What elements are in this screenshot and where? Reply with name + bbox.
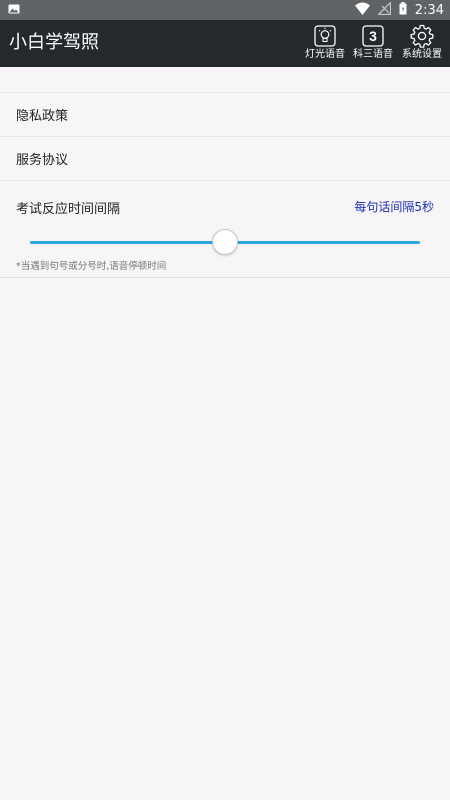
service-agreement-item[interactable]: 服务协议 [0, 137, 450, 181]
wifi-icon [354, 2, 370, 19]
subject-three-voice-label: 科三语音 [353, 49, 393, 60]
privacy-policy-item[interactable]: 隐私政策 [0, 93, 450, 137]
subject-three-voice-button[interactable]: 3 科三语音 [350, 24, 396, 64]
top-spacer [0, 67, 450, 93]
system-settings-label: 系统设置 [402, 49, 442, 60]
light-voice-label: 灯光语音 [305, 49, 345, 60]
reaction-interval-value: 每句话间隔5秒 [354, 200, 434, 214]
app-title: 小白学驾照 [9, 32, 99, 53]
gear-icon [410, 24, 434, 48]
number-3-icon-text: 3 [369, 28, 377, 44]
image-notification-icon [8, 3, 20, 19]
status-time: 2:34 [414, 2, 444, 18]
number-3-icon: 3 [362, 24, 384, 48]
settings-content: 隐私政策 服务协议 考试反应时间间隔 每句话间隔5秒 *当遇到句号或分号时,语音… [0, 67, 450, 278]
light-voice-button[interactable]: 灯光语音 [302, 24, 348, 64]
privacy-policy-label: 隐私政策 [16, 109, 69, 124]
interval-slider[interactable] [30, 229, 420, 255]
app-bar: 小白学驾照 灯光语音 3 科三语音 系统设置 [0, 20, 450, 67]
pause-note: *当遇到句号或分号时,语音停顿时间 [16, 261, 167, 272]
system-settings-button[interactable]: 系统设置 [399, 24, 445, 64]
reaction-interval-panel: 考试反应时间间隔 每句话间隔5秒 *当遇到句号或分号时,语音停顿时间 [0, 181, 450, 278]
service-agreement-label: 服务协议 [16, 153, 69, 168]
status-bar: 2:34 [0, 0, 450, 20]
slider-thumb[interactable] [212, 229, 238, 255]
reaction-interval-label: 考试反应时间间隔 [16, 202, 121, 217]
no-signal-icon [376, 1, 391, 19]
bulb-icon [314, 24, 336, 48]
battery-icon [399, 2, 407, 19]
